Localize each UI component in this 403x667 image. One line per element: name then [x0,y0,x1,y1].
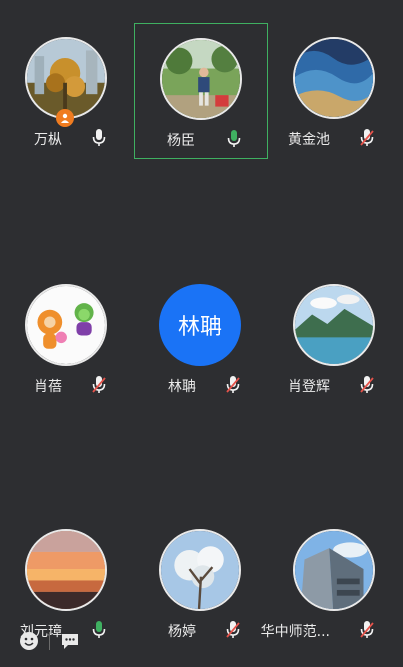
mic-speaking-icon [89,619,109,641]
mic-on-icon [89,127,109,149]
person-icon [61,113,69,123]
divider [49,632,50,650]
emoji-icon[interactable] [14,626,44,656]
participant-tile[interactable]: 黄金池 [268,23,402,159]
participant-tile[interactable]: 华中师范... [261,515,402,651]
building-photo [295,531,373,609]
mic-muted-icon [357,619,377,641]
cartoon-characters-photo [27,286,105,364]
avatar [293,529,375,611]
avatar [25,529,107,611]
avatar [159,529,241,611]
mic-speaking-icon [224,128,244,150]
host-badge [56,109,74,127]
participant-tile[interactable]: 肖登辉 [268,270,402,406]
avatar [25,284,107,366]
avatar [25,37,107,119]
participant-name: 黄金池 [288,132,330,148]
chat-icon[interactable] [55,626,85,656]
avatar-text: 林聃 [159,284,241,366]
blue-wave-photo [295,39,373,117]
participant-tile-active[interactable]: 杨臣 [134,23,268,159]
avatar [160,38,242,120]
bottom-toolbar [14,624,86,658]
mic-muted-icon [89,374,109,396]
participant-name: 万枞 [34,132,62,148]
participant-tile[interactable]: 万枞 [0,23,134,159]
participant-tile[interactable]: 肖蓓 [0,270,134,406]
participant-name: 杨婷 [168,624,196,640]
participant-tile[interactable]: 杨婷 [134,515,268,651]
participant-name: 肖蓓 [34,379,62,395]
mic-muted-icon [223,619,243,641]
participant-name: 华中师范... [260,624,330,640]
participant-tile[interactable]: 林聃 林聃 [134,270,268,406]
avatar [293,37,375,119]
participant-name: 杨臣 [167,133,195,149]
blossom-tree-photo [161,531,239,609]
avatar [293,284,375,366]
mic-muted-icon [223,374,243,396]
participant-name: 肖登辉 [288,379,330,395]
mic-muted-icon [357,127,377,149]
mic-muted-icon [357,374,377,396]
person-garden-photo [162,40,240,118]
autumn-tree-photo [27,39,105,117]
participant-name: 林聃 [168,379,196,395]
sunset-photo [27,531,105,609]
lake-mountains-photo [295,286,373,364]
